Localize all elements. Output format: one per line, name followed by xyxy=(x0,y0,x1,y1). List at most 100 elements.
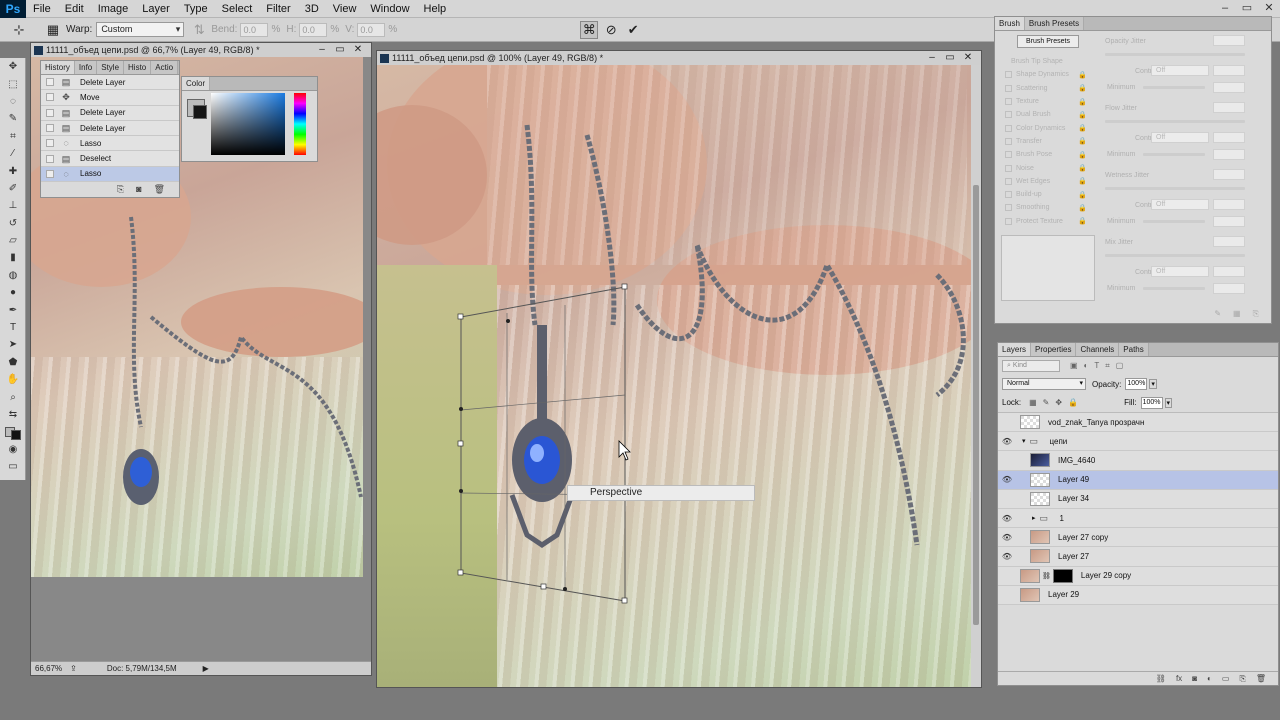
adjustment-layer-icon[interactable]: ◐ xyxy=(1207,674,1212,683)
trash-icon[interactable]: 🗑 xyxy=(1256,674,1266,683)
tab-paths[interactable]: Paths xyxy=(1119,343,1149,356)
layer-row[interactable]: Layer 34 xyxy=(998,489,1278,509)
link-icon[interactable]: ⛓ xyxy=(1042,572,1051,580)
layer-row[interactable]: vod_znak_Tanya прозрачн xyxy=(998,413,1278,433)
layer-filter-select[interactable]: ⌕ Kind xyxy=(1002,360,1060,372)
warp-mode-icon[interactable]: ⌘ xyxy=(580,20,599,39)
history-item[interactable]: ▤ Deselect xyxy=(41,151,179,167)
brush-option[interactable]: Smoothing 🔒 xyxy=(999,201,1093,214)
eyedropper-tool-icon[interactable]: ⁄ xyxy=(0,145,26,162)
quick-select-tool-icon[interactable]: ✎ xyxy=(0,110,26,127)
crop-tool-icon[interactable]: ⌗ xyxy=(0,128,26,145)
control-select[interactable]: Off xyxy=(1151,65,1209,76)
opacity-field[interactable]: 100% xyxy=(1125,378,1148,390)
warp-orientation-icon[interactable]: ⇅ xyxy=(190,21,208,39)
history-brush-tool-icon[interactable]: ↺ xyxy=(0,215,26,232)
brush-option[interactable]: Scattering 🔒 xyxy=(999,82,1093,95)
control-field[interactable] xyxy=(1213,199,1245,210)
control-field[interactable] xyxy=(1213,132,1245,143)
history-item[interactable]: ▤ Delete Layer xyxy=(41,105,179,121)
opacity-jitter-slider[interactable] xyxy=(1105,53,1245,56)
doc-main-close-button[interactable]: ✕ xyxy=(959,51,977,65)
menu-image[interactable]: Image xyxy=(91,0,136,18)
control-select[interactable]: Off xyxy=(1151,132,1209,143)
shape-tool-icon[interactable]: ⬟ xyxy=(0,354,26,371)
new-layer-icon[interactable]: ⎘ xyxy=(1239,674,1245,684)
menu-layer[interactable]: Layer xyxy=(135,0,177,18)
brush-option[interactable]: Texture 🔒 xyxy=(999,95,1093,108)
gradient-tool-icon[interactable]: ▮ xyxy=(0,249,26,266)
tab-channels[interactable]: Channels xyxy=(1076,343,1120,356)
tab-brush-presets[interactable]: Brush Presets xyxy=(1024,17,1085,30)
opacity-dropdown-icon[interactable]: ▾ xyxy=(1149,379,1157,389)
layer-filter-icons[interactable]: ▣◐T⌗▢ xyxy=(1070,361,1129,371)
brush-option[interactable]: Protect Texture 🔒 xyxy=(999,215,1093,228)
marquee-tool-icon[interactable]: ⬚ xyxy=(0,75,26,92)
eye-icon[interactable]: 👁 xyxy=(998,552,1016,561)
tab-styles[interactable]: Style xyxy=(97,61,125,74)
menu-help[interactable]: Help xyxy=(417,0,454,18)
quick-mask-icon[interactable]: ◉ xyxy=(0,441,26,458)
control-select[interactable]: Off xyxy=(1151,199,1209,210)
pen-tool-icon[interactable]: ✒ xyxy=(0,301,26,318)
mix-jitter-field[interactable] xyxy=(1213,236,1245,247)
minimum-field[interactable] xyxy=(1213,149,1245,160)
brush-option[interactable]: Dual Brush 🔒 xyxy=(999,108,1093,121)
path-select-tool-icon[interactable]: ➤ xyxy=(0,336,26,353)
add-mask-icon[interactable]: ◙ xyxy=(1192,674,1197,683)
fill-dropdown-icon[interactable]: ▾ xyxy=(1164,397,1173,408)
link-layers-icon[interactable]: ⛓ xyxy=(1156,674,1166,683)
wetness-jitter-slider[interactable] xyxy=(1105,187,1245,190)
minimum-slider[interactable] xyxy=(1143,153,1205,156)
history-item-selected[interactable]: ◌ Lasso xyxy=(41,166,179,183)
dodge-tool-icon[interactable]: ● xyxy=(0,284,26,301)
doc-left-minimize-button[interactable]: – xyxy=(313,43,331,57)
doc-left-maximize-button[interactable]: ▭ xyxy=(331,43,349,57)
menu-3d[interactable]: 3D xyxy=(298,0,326,18)
tab-actions[interactable]: Actio xyxy=(151,61,179,74)
menu-select[interactable]: Select xyxy=(215,0,260,18)
mix-jitter-slider[interactable] xyxy=(1105,254,1245,257)
background-swatch[interactable] xyxy=(193,105,207,119)
layer-group-row[interactable]: 👁 ▸ ▭ 1 xyxy=(998,508,1278,529)
control-field[interactable] xyxy=(1213,266,1245,277)
bend-field[interactable]: 0.0 xyxy=(240,22,269,37)
swap-colors-icon[interactable]: ⇆ xyxy=(0,406,26,423)
hue-slider[interactable] xyxy=(294,93,306,155)
transform-tool-icon[interactable]: ⊹ xyxy=(10,21,28,39)
lock-icons[interactable]: ▦✎✥🔒 xyxy=(1029,398,1084,407)
tab-properties[interactable]: Properties xyxy=(1031,343,1077,356)
toggle-brush-preview-icon[interactable]: ✎ xyxy=(1214,309,1221,319)
warp-style-select[interactable]: Custom xyxy=(96,22,185,37)
minimum-slider[interactable] xyxy=(1143,287,1205,290)
eye-icon[interactable]: 👁 xyxy=(998,437,1016,446)
tab-histogram[interactable]: Histo xyxy=(124,61,152,74)
type-tool-icon[interactable]: T xyxy=(0,319,26,336)
layer-group-row[interactable]: 👁 ▾ ▭ цепи xyxy=(998,432,1278,452)
menu-edit[interactable]: Edit xyxy=(58,0,91,18)
minimum-field[interactable] xyxy=(1213,283,1245,294)
menu-file[interactable]: File xyxy=(26,0,58,18)
tab-brush[interactable]: Brush xyxy=(995,17,1025,30)
brush-option[interactable]: Wet Edges 🔒 xyxy=(999,175,1093,188)
control-select[interactable]: Off xyxy=(1151,266,1209,277)
brush-presets-button[interactable]: Brush Presets xyxy=(1017,35,1079,48)
foreground-background-colors[interactable] xyxy=(0,423,26,440)
brush-option[interactable]: Transfer 🔒 xyxy=(999,135,1093,148)
new-group-icon[interactable]: ▭ xyxy=(1222,674,1230,683)
new-document-from-state-icon[interactable]: ⎘ xyxy=(117,184,124,195)
wetness-jitter-field[interactable] xyxy=(1213,169,1245,180)
share-icon[interactable]: ⇪ xyxy=(70,664,77,673)
zoom-tool-icon[interactable]: ⌕ xyxy=(0,388,26,405)
brush-option[interactable]: Color Dynamics 🔒 xyxy=(999,121,1093,134)
opacity-jitter-field[interactable] xyxy=(1213,35,1245,46)
trash-icon[interactable]: 🗑 xyxy=(154,184,165,195)
new-brush-icon[interactable]: ⎘ xyxy=(1253,309,1259,319)
vertical-scrollbar[interactable] xyxy=(971,65,981,687)
brush-option[interactable]: Noise 🔒 xyxy=(999,161,1093,174)
blur-tool-icon[interactable]: ◍ xyxy=(0,267,26,284)
eye-icon[interactable]: 👁 xyxy=(998,533,1016,542)
doc-main-maximize-button[interactable]: ▭ xyxy=(941,51,959,65)
hand-tool-icon[interactable]: ✋ xyxy=(0,371,26,388)
v-field[interactable]: 0.0 xyxy=(357,22,386,37)
